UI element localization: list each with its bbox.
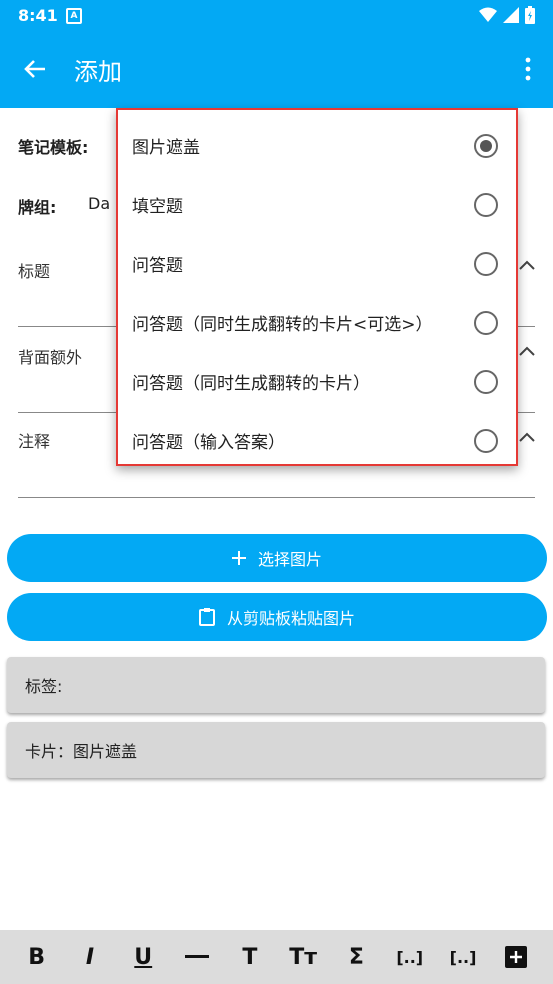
- option-label: 问答题（同时生成翻转的卡片）: [132, 374, 370, 394]
- collapse-chevron-icon[interactable]: [518, 344, 536, 358]
- radio-unselected-icon[interactable]: [474, 428, 498, 453]
- note-type-option[interactable]: 图片遮盖: [118, 116, 516, 175]
- horizontal-rule-icon[interactable]: [179, 939, 215, 975]
- option-label: 图片遮盖: [132, 138, 200, 158]
- plus-icon: [231, 551, 246, 565]
- option-label: 问答题（同时生成翻转的卡片<可选>）: [132, 315, 433, 335]
- cards-card[interactable]: 卡片：图片遮盖: [7, 722, 545, 778]
- radio-unselected-icon[interactable]: [474, 192, 498, 217]
- wifi-icon: [479, 7, 497, 22]
- signal-icon: [503, 7, 519, 23]
- note-type-option[interactable]: 问答题（输入答案）: [118, 411, 516, 470]
- mathjax-icon[interactable]: Σ: [338, 939, 374, 975]
- status-bar: 8:41 A: [0, 0, 553, 30]
- tags-label: 标签:: [25, 677, 63, 696]
- note-type-option[interactable]: 填空题: [118, 175, 516, 234]
- note-type-option[interactable]: 问答题（同时生成翻转的卡片）: [118, 352, 516, 411]
- paste-image-label: 从剪贴板粘贴图片: [226, 609, 355, 628]
- more-options-icon[interactable]: [521, 56, 535, 82]
- battery-icon: [525, 6, 535, 24]
- format-toolbar: B I U T Tт Σ [..] [..]: [0, 930, 553, 984]
- add-custom-icon[interactable]: [498, 939, 534, 975]
- radio-unselected-icon[interactable]: [474, 251, 498, 276]
- note-type-option[interactable]: 问答题（同时生成翻转的卡片<可选>）: [118, 293, 516, 352]
- cards-label: 卡片：图片遮盖: [25, 742, 138, 761]
- field-label-title: 标题: [18, 262, 51, 281]
- radio-selected-icon[interactable]: [474, 133, 498, 158]
- radio-unselected-icon[interactable]: [474, 369, 498, 394]
- bold-icon[interactable]: B: [19, 939, 55, 975]
- italic-icon[interactable]: I: [72, 939, 108, 975]
- status-time: 8:41: [18, 6, 58, 25]
- option-label: 问答题（输入答案）: [132, 433, 285, 453]
- tags-card[interactable]: 标签:: [7, 657, 545, 713]
- underline-icon[interactable]: U: [125, 939, 161, 975]
- system-icons: [479, 6, 535, 24]
- note-type-popup: 图片遮盖 填空题 问答题 问答题（同时生成翻转的卡片<可选>） 问答题（同时生成…: [116, 108, 518, 466]
- clipboard-icon: [198, 608, 215, 626]
- radio-unselected-icon[interactable]: [474, 310, 498, 335]
- collapse-chevron-icon[interactable]: [518, 258, 536, 272]
- option-label: 填空题: [132, 197, 183, 217]
- field-underline: [18, 497, 535, 498]
- text-size-icon[interactable]: Tт: [285, 939, 321, 975]
- option-label: 问答题: [132, 256, 183, 276]
- select-image-label: 选择图片: [257, 550, 322, 569]
- paste-image-button[interactable]: 从剪贴板粘贴图片: [7, 593, 547, 641]
- back-arrow-icon[interactable]: [20, 54, 50, 84]
- notification-icon: A: [66, 8, 82, 24]
- field-label-notes: 注释: [18, 432, 51, 451]
- cloze-new-icon[interactable]: [..]: [392, 939, 428, 975]
- select-image-button[interactable]: 选择图片: [7, 534, 547, 582]
- note-type-label: 笔记模板:: [18, 138, 89, 157]
- title-icon[interactable]: T: [232, 939, 268, 975]
- deck-label: 牌组:: [18, 198, 57, 217]
- page-title: 添加: [74, 58, 122, 86]
- field-label-back-extra: 背面额外: [18, 348, 83, 367]
- cloze-icon[interactable]: [..]: [445, 939, 481, 975]
- deck-value[interactable]: Da: [88, 194, 110, 213]
- note-type-option[interactable]: 问答题: [118, 234, 516, 293]
- app-bar: 添加: [0, 30, 553, 108]
- collapse-chevron-icon[interactable]: [518, 430, 536, 444]
